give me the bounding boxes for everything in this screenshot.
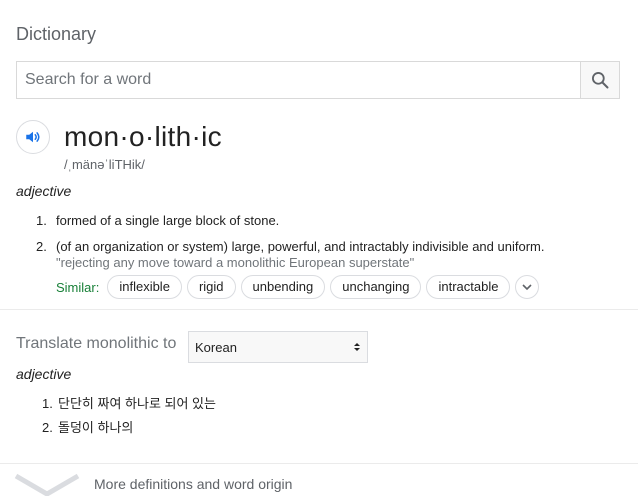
headword: mon·o·lith·ic bbox=[64, 121, 222, 152]
pronunciation-button[interactable] bbox=[16, 120, 50, 154]
similar-chip[interactable]: intractable bbox=[426, 275, 511, 299]
speaker-icon bbox=[26, 131, 40, 143]
definition-1: 1. formed of a single large block of ston… bbox=[36, 213, 279, 228]
translation-part-of-speech: adjective bbox=[16, 366, 72, 382]
select-arrows-icon bbox=[353, 341, 361, 353]
similar-chip[interactable]: inflexible bbox=[107, 275, 182, 299]
definition-2: 2. (of an organization or system) large, … bbox=[36, 239, 544, 254]
similar-chip[interactable]: unchanging bbox=[330, 275, 422, 299]
more-definitions-link[interactable]: More definitions and word origin bbox=[0, 464, 638, 504]
chevron-down-icon bbox=[14, 473, 80, 496]
translation-number: 2. bbox=[42, 420, 53, 435]
search-box bbox=[16, 61, 620, 99]
similar-words: Similar: inflexible rigid unbending unch… bbox=[56, 275, 540, 299]
definition-number: 2. bbox=[36, 239, 47, 254]
translation-text: 돌덩이 하나의 bbox=[58, 420, 134, 435]
card-title: Dictionary bbox=[16, 24, 97, 44]
translate-label: Translate monolithic to bbox=[16, 335, 177, 352]
more-definitions-label: More definitions and word origin bbox=[94, 476, 293, 492]
similar-label: Similar: bbox=[56, 279, 100, 295]
expand-similar-button[interactable] bbox=[515, 275, 540, 299]
similar-chip[interactable]: unbending bbox=[240, 275, 326, 299]
translation-number: 1. bbox=[42, 396, 53, 411]
section-divider bbox=[0, 309, 638, 310]
translation-1: 1. 단단히 짜여 하나로 되어 있는 bbox=[42, 393, 216, 412]
similar-chip[interactable]: rigid bbox=[186, 275, 236, 299]
phonetic-spelling: /ˌmänəˈliTHik/ bbox=[64, 157, 145, 172]
translation-text: 단단히 짜여 하나로 되어 있는 bbox=[58, 396, 216, 411]
chevron-down-icon bbox=[522, 284, 533, 291]
language-select[interactable]: Korean bbox=[188, 331, 368, 363]
search-button[interactable] bbox=[580, 62, 619, 98]
definition-text: formed of a single large block of stone. bbox=[56, 213, 280, 228]
definition-text: (of an organization or system) large, po… bbox=[56, 239, 545, 254]
definition-example: "rejecting any move toward a monolithic … bbox=[56, 255, 415, 270]
selected-language: Korean bbox=[195, 339, 237, 355]
dictionary-card: Dictionary mon·o·lith·ic /ˌmänəˈliTHik/ … bbox=[0, 0, 638, 504]
search-input[interactable] bbox=[17, 62, 580, 98]
part-of-speech: adjective bbox=[16, 183, 72, 199]
search-icon bbox=[592, 72, 609, 89]
definition-number: 1. bbox=[36, 213, 47, 228]
translation-2: 2. 돌덩이 하나의 bbox=[42, 417, 133, 436]
